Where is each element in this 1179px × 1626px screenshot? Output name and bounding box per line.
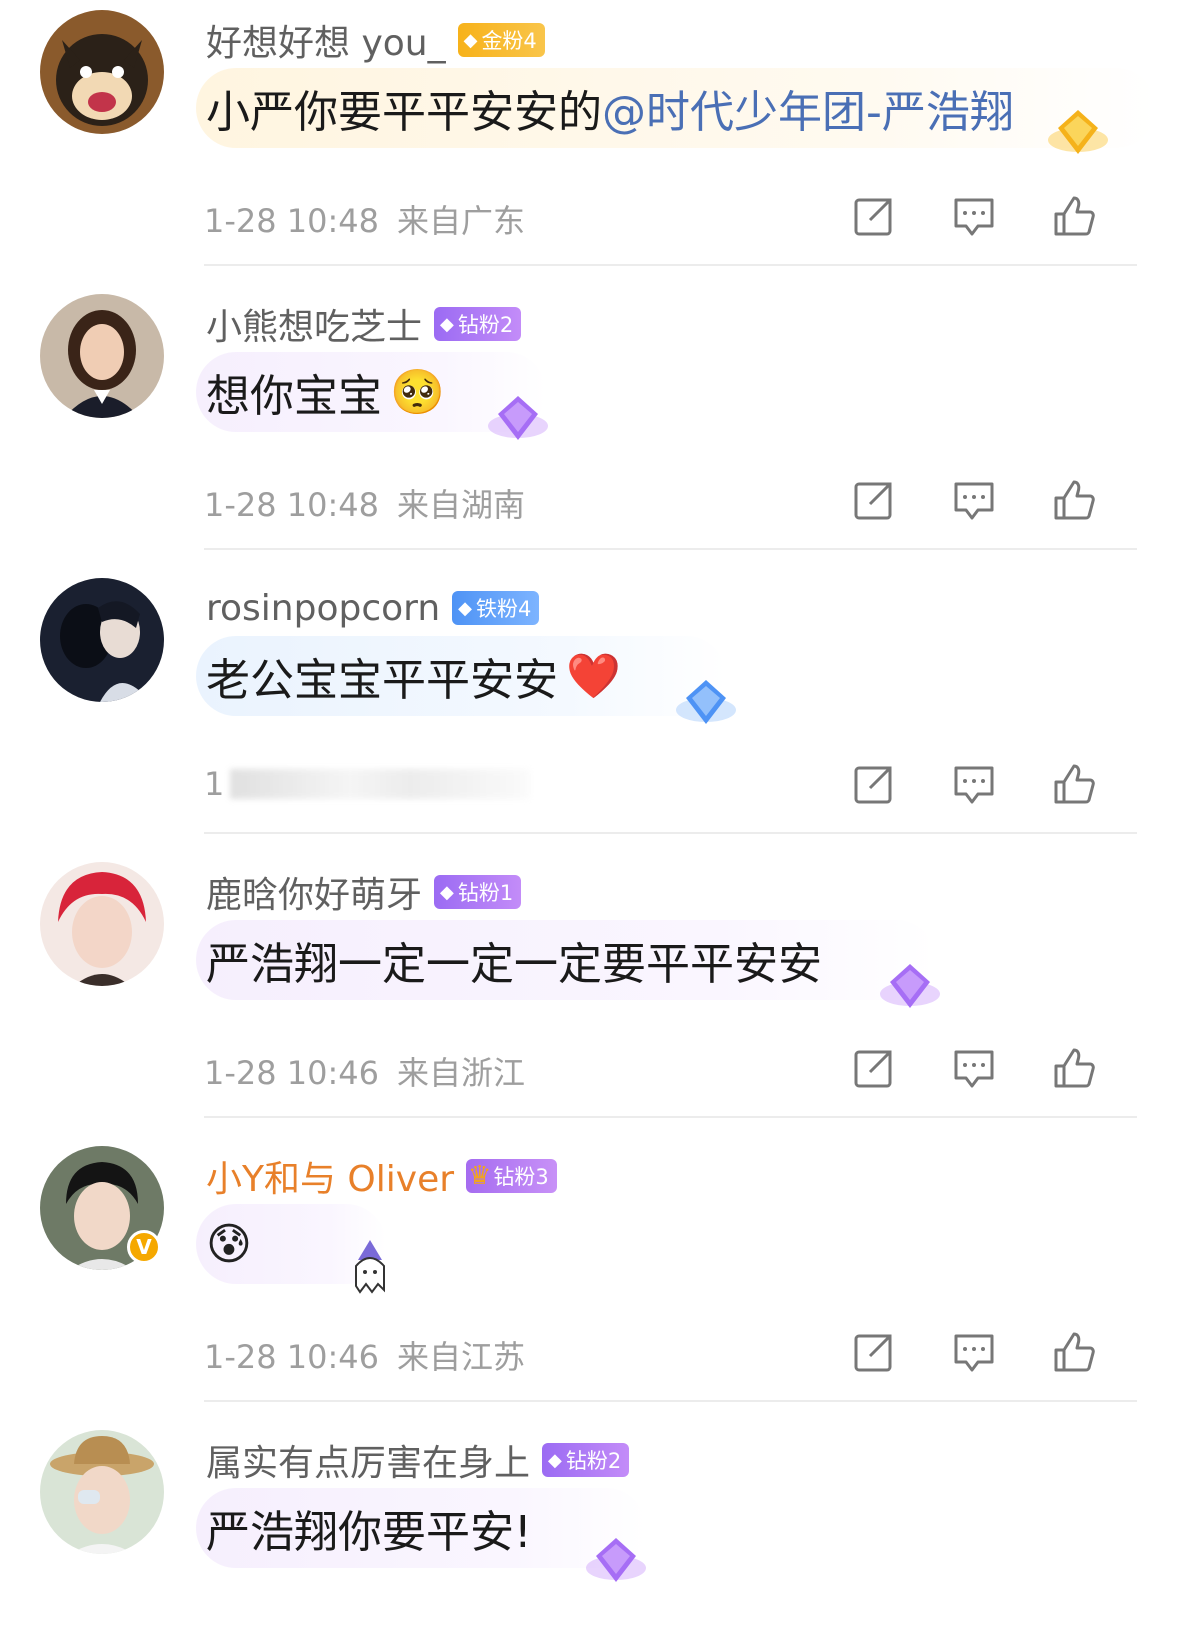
comment-meta: 1-28 10:48 来自广东 xyxy=(204,196,525,242)
ghost-wizard-icon xyxy=(355,1240,385,1294)
divider xyxy=(204,264,1137,266)
fan-badge[interactable]: ◆ 钻粉2 xyxy=(434,307,522,341)
share-icon[interactable] xyxy=(852,1330,896,1374)
comment-icon[interactable] xyxy=(952,1046,996,1090)
gold-gem-icon xyxy=(1048,110,1108,154)
fan-badge-label: 金粉4 xyxy=(481,29,537,53)
comment-meta: 1-28 10:46 来自浙江 xyxy=(204,1048,525,1094)
location: 来自江苏 xyxy=(397,1338,526,1376)
gem-icon: ◆ xyxy=(440,881,454,903)
comment-text: 严浩翔一定一定一定要平平安安 xyxy=(206,939,822,990)
username[interactable]: 属实有点厉害在身上 xyxy=(206,1434,530,1486)
fan-badge-label: 铁粉4 xyxy=(475,597,532,621)
verified-v-icon: V xyxy=(127,1230,161,1264)
purple-gem-icon xyxy=(586,1538,646,1582)
fan-badge[interactable]: ◆ 钻粉2 xyxy=(542,1443,630,1477)
thumbs-up-icon[interactable] xyxy=(1052,1046,1096,1090)
comment-item[interactable]: 属实有点厉害在身上 ◆ 钻粉2 严浩翔你要平安! xyxy=(0,1420,1179,1626)
pleading-face-emoji: 🥺 xyxy=(390,367,445,418)
avatar[interactable] xyxy=(40,1430,164,1554)
fan-badge-label: 钻粉2 xyxy=(457,313,514,337)
comment-item[interactable]: 小熊想吃芝士 ◆ 钻粉2 想你宝宝 🥺 1-28 10:48 来自湖南 xyxy=(0,284,1179,568)
comment-bubble: 严浩翔你要平安! xyxy=(196,1488,646,1568)
fan-badge[interactable]: ◆ 铁粉4 xyxy=(452,591,540,625)
comment-item[interactable]: V 小Y和与 Oliver ♛ 钻粉3 😰 1-28 10:46 来自江苏 xyxy=(0,1136,1179,1420)
location: 来自广东 xyxy=(397,202,526,240)
comment-icon[interactable] xyxy=(952,762,996,806)
comment-text: 老公宝宝平平安安 xyxy=(206,655,558,706)
avatar[interactable] xyxy=(40,578,164,702)
thumbs-up-icon[interactable] xyxy=(1052,762,1096,806)
gem-icon: ◆ xyxy=(458,597,472,619)
avatar[interactable] xyxy=(40,10,164,134)
comment-body: 小严你要平平安安的 xyxy=(206,87,602,138)
comment-text: 严浩翔你要平安! xyxy=(206,1507,532,1558)
comment-text: 想你宝宝 xyxy=(206,371,382,422)
share-icon[interactable] xyxy=(852,194,896,238)
divider xyxy=(204,832,1137,834)
comment-item[interactable]: rosinpopcorn ◆ 铁粉4 老公宝宝平平安安 ❤️ 1 xyxy=(0,568,1179,852)
location: 来自浙江 xyxy=(397,1054,526,1092)
fan-badge-label: 钻粉1 xyxy=(457,881,514,905)
timestamp: 1-28 10:46 xyxy=(204,1338,380,1376)
timestamp: 1-28 10:48 xyxy=(204,202,380,240)
comment-item[interactable]: 鹿晗你好萌牙 ◆ 钻粉1 严浩翔一定一定一定要平平安安 1-28 10:46 来自浙… xyxy=(0,852,1179,1136)
fan-badge[interactable]: ◆ 钻粉1 xyxy=(434,875,522,909)
comment-text: 小严你要平平安安的@时代少年团-严浩翔 xyxy=(206,76,1014,140)
fan-badge[interactable]: ◆ 金粉4 xyxy=(457,23,545,57)
anxious-sweat-emoji: 😰 xyxy=(206,1218,252,1270)
thumbs-up-icon[interactable] xyxy=(1052,1330,1096,1374)
comment-meta: 1 xyxy=(204,764,531,804)
divider xyxy=(204,1400,1137,1402)
comment-bubble: 严浩翔一定一定一定要平平安安 xyxy=(196,920,936,1000)
red-heart-emoji: ❤️ xyxy=(566,651,621,702)
username[interactable]: 小Y和与 Oliver xyxy=(206,1150,454,1202)
fan-badge[interactable]: ♛ 钻粉3 xyxy=(466,1159,557,1193)
username[interactable]: 小熊想吃芝士 xyxy=(206,298,422,350)
comment-item[interactable]: 好想好想 you_ ◆ 金粉4 小严你要平平安安的@时代少年团-严浩翔 1-28 … xyxy=(0,0,1179,284)
comment-bubble: 小严你要平平安安的@时代少年团-严浩翔 xyxy=(196,68,1156,148)
purple-gem-icon xyxy=(880,964,940,1008)
username[interactable]: 好想好想 you_ xyxy=(206,14,446,66)
divider xyxy=(204,548,1137,550)
share-icon[interactable] xyxy=(852,762,896,806)
share-icon[interactable] xyxy=(852,1046,896,1090)
location: 来自湖南 xyxy=(397,486,526,524)
fan-badge-label: 钻粉3 xyxy=(493,1165,549,1189)
comment-icon[interactable] xyxy=(952,1330,996,1374)
thumbs-up-icon[interactable] xyxy=(1052,478,1096,522)
comment-meta: 1-28 10:46 来自江苏 xyxy=(204,1332,525,1378)
comment-icon[interactable] xyxy=(952,478,996,522)
crown-icon: ♛ xyxy=(468,1161,492,1191)
timestamp: 1-28 10:46 xyxy=(204,1054,380,1092)
username[interactable]: 鹿晗你好萌牙 xyxy=(206,866,422,918)
gem-icon: ◆ xyxy=(463,29,478,51)
blue-gem-icon xyxy=(676,680,736,724)
divider xyxy=(204,1116,1137,1118)
thumbs-up-icon[interactable] xyxy=(1052,194,1096,238)
gem-icon: ◆ xyxy=(548,1449,562,1471)
avatar[interactable] xyxy=(40,862,164,986)
timestamp: 1 xyxy=(204,765,225,803)
comment-meta: 1-28 10:48 来自湖南 xyxy=(204,480,525,526)
mention-link[interactable]: @时代少年团-严浩翔 xyxy=(602,87,1014,138)
username[interactable]: rosinpopcorn xyxy=(206,588,440,629)
share-icon[interactable] xyxy=(852,478,896,522)
gem-icon: ◆ xyxy=(440,313,454,335)
comment-bubble: 老公宝宝平平安安 ❤️ xyxy=(196,636,726,716)
blurred-timestamp xyxy=(230,769,531,799)
comment-icon[interactable] xyxy=(952,194,996,238)
fan-badge-label: 钻粉2 xyxy=(565,1449,622,1473)
timestamp: 1-28 10:48 xyxy=(204,486,380,524)
avatar[interactable] xyxy=(40,294,164,418)
purple-gem-icon xyxy=(488,396,548,440)
